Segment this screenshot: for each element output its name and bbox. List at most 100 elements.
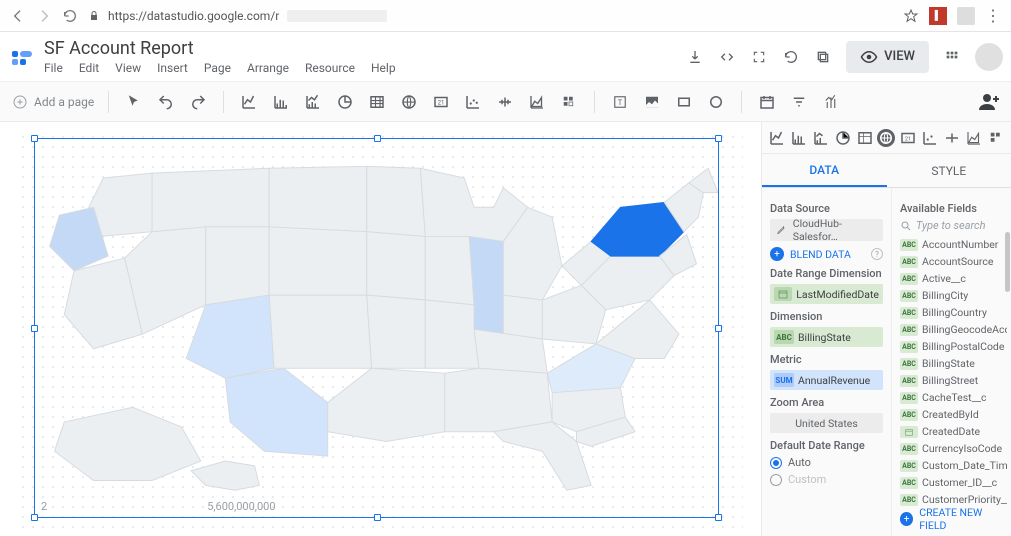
data-source-chip[interactable]: CloudHub-Salesfor… (770, 219, 883, 241)
field-item[interactable]: ABCCacheTest__c (900, 389, 1007, 406)
bullet-chart-icon[interactable] (494, 91, 516, 113)
table-icon[interactable] (366, 91, 388, 113)
field-label: BillingCity (922, 289, 968, 302)
pie-chart-icon[interactable] (334, 91, 356, 113)
pdf-extension-icon[interactable]: ▌ (929, 7, 947, 25)
field-item[interactable]: ABCBillingStreet (900, 372, 1007, 389)
menu-help[interactable]: Help (371, 61, 396, 75)
field-item[interactable]: ABCActive__c (900, 270, 1007, 287)
menu-page[interactable]: Page (204, 61, 231, 75)
ct-combo-icon[interactable] (812, 129, 830, 147)
geo-chart-icon[interactable] (398, 91, 420, 113)
ct-bar-icon[interactable] (790, 129, 808, 147)
report-canvas[interactable]: 2 5,600,000,000 (18, 132, 743, 528)
text-type-icon: ABC (900, 273, 918, 285)
field-item[interactable]: ABCBillingPostalCode (900, 338, 1007, 355)
tab-style[interactable]: STYLE (887, 154, 1011, 187)
field-item[interactable]: ABCCurrencyIsoCode (900, 440, 1007, 457)
menu-resource[interactable]: Resource (305, 61, 355, 75)
reload-button[interactable] (62, 8, 78, 24)
zoom-area-chip[interactable]: United States (770, 413, 883, 433)
eye-icon (860, 48, 878, 66)
radio-custom[interactable]: Custom (770, 473, 883, 486)
fullscreen-icon[interactable] (750, 48, 768, 66)
field-item[interactable]: ABCBillingState (900, 355, 1007, 372)
menu-insert[interactable]: Insert (157, 61, 188, 75)
menu-file[interactable]: File (44, 61, 63, 75)
report-title[interactable]: SF Account Report (44, 38, 396, 59)
add-page-button[interactable]: Add a page (12, 94, 94, 110)
blend-plus-icon[interactable]: + (770, 247, 784, 261)
scatter-chart-icon[interactable] (462, 91, 484, 113)
resize-handle[interactable] (715, 514, 722, 521)
field-label: AccountSource (922, 255, 993, 268)
scorecard-icon[interactable]: 21 (430, 91, 452, 113)
menu-arrange[interactable]: Arrange (247, 61, 289, 75)
copy-icon[interactable] (814, 48, 832, 66)
ct-area-icon[interactable] (965, 129, 983, 147)
dimension-chip[interactable]: ABC BillingState (770, 327, 883, 347)
refresh-icon[interactable] (782, 48, 800, 66)
image-tool-icon[interactable] (641, 91, 663, 113)
ct-geo-icon[interactable] (877, 129, 895, 147)
ct-line-icon[interactable] (768, 129, 786, 147)
field-item[interactable]: ABCAccountSource (900, 253, 1007, 270)
help-icon[interactable]: ? (871, 248, 883, 260)
combo-chart-icon[interactable] (302, 91, 324, 113)
user-avatar[interactable] (975, 43, 1003, 71)
ct-table-icon[interactable] (856, 129, 874, 147)
blend-data-link[interactable]: BLEND DATA (790, 248, 865, 261)
add-person-icon[interactable] (977, 90, 1001, 114)
apps-grid-icon[interactable] (943, 48, 961, 66)
rectangle-tool-icon[interactable] (673, 91, 695, 113)
date-range-control-icon[interactable] (756, 91, 778, 113)
download-icon[interactable] (686, 48, 704, 66)
ct-bullet-icon[interactable] (943, 129, 961, 147)
menu-edit[interactable]: Edit (79, 61, 99, 75)
ct-scorecard-icon[interactable]: 21 (899, 129, 917, 147)
ct-pivot-icon[interactable] (987, 129, 1005, 147)
filter-control-icon[interactable] (788, 91, 810, 113)
chrome-menu-icon[interactable]: ⋮ (985, 8, 1001, 24)
field-item[interactable]: ABCBillingCountry (900, 304, 1007, 321)
date-range-dimension-chip[interactable]: LastModifiedDate (770, 284, 883, 304)
field-item[interactable]: ABCAccountNumber (900, 236, 1007, 253)
ct-pie-icon[interactable] (834, 129, 852, 147)
pointer-tool-icon[interactable] (123, 91, 145, 113)
back-button[interactable] (10, 8, 26, 24)
address-bar[interactable]: https://datastudio.google.com/r (88, 9, 387, 23)
text-tool-icon[interactable]: T (609, 91, 631, 113)
tab-data[interactable]: DATA (762, 154, 887, 187)
ct-scatter-icon[interactable] (921, 129, 939, 147)
field-search[interactable]: Type to search (900, 219, 1007, 232)
canvas-area[interactable]: 2 5,600,000,000 (0, 122, 761, 536)
field-item[interactable]: ABCBillingCity (900, 287, 1007, 304)
field-item[interactable]: ABCCreatedById (900, 406, 1007, 423)
forward-button[interactable] (36, 8, 52, 24)
view-button[interactable]: VIEW (846, 41, 929, 73)
field-item[interactable]: ABCCustomer_ID__c (900, 474, 1007, 491)
browser-profile-icon[interactable] (957, 7, 975, 25)
data-control-icon[interactable] (820, 91, 842, 113)
scrollbar[interactable] (1005, 232, 1010, 292)
radio-auto[interactable]: Auto (770, 456, 883, 469)
pivot-table-icon[interactable] (558, 91, 580, 113)
circle-tool-icon[interactable] (705, 91, 727, 113)
resize-handle[interactable] (374, 514, 381, 521)
menu-view[interactable]: View (115, 61, 141, 75)
text-type-icon: ABC (900, 494, 918, 506)
line-chart-icon[interactable] (238, 91, 260, 113)
field-item[interactable]: CreatedDate (900, 423, 1007, 440)
field-item[interactable]: ABCCustom_Date_Time__c (900, 457, 1007, 474)
embed-icon[interactable] (718, 48, 736, 66)
create-new-field-button[interactable]: + CREATE NEW FIELD (900, 506, 1007, 532)
redo-icon[interactable] (187, 91, 209, 113)
metric-chip[interactable]: SUM AnnualRevenue (770, 370, 883, 390)
selected-chart-geomap[interactable]: 2 5,600,000,000 (34, 138, 719, 518)
resize-handle[interactable] (31, 514, 38, 521)
area-chart-icon[interactable] (526, 91, 548, 113)
undo-icon[interactable] (155, 91, 177, 113)
field-item[interactable]: ABCBillingGeocodeAccura… (900, 321, 1007, 338)
bar-chart-icon[interactable] (270, 91, 292, 113)
bookmark-star-icon[interactable] (903, 8, 919, 24)
